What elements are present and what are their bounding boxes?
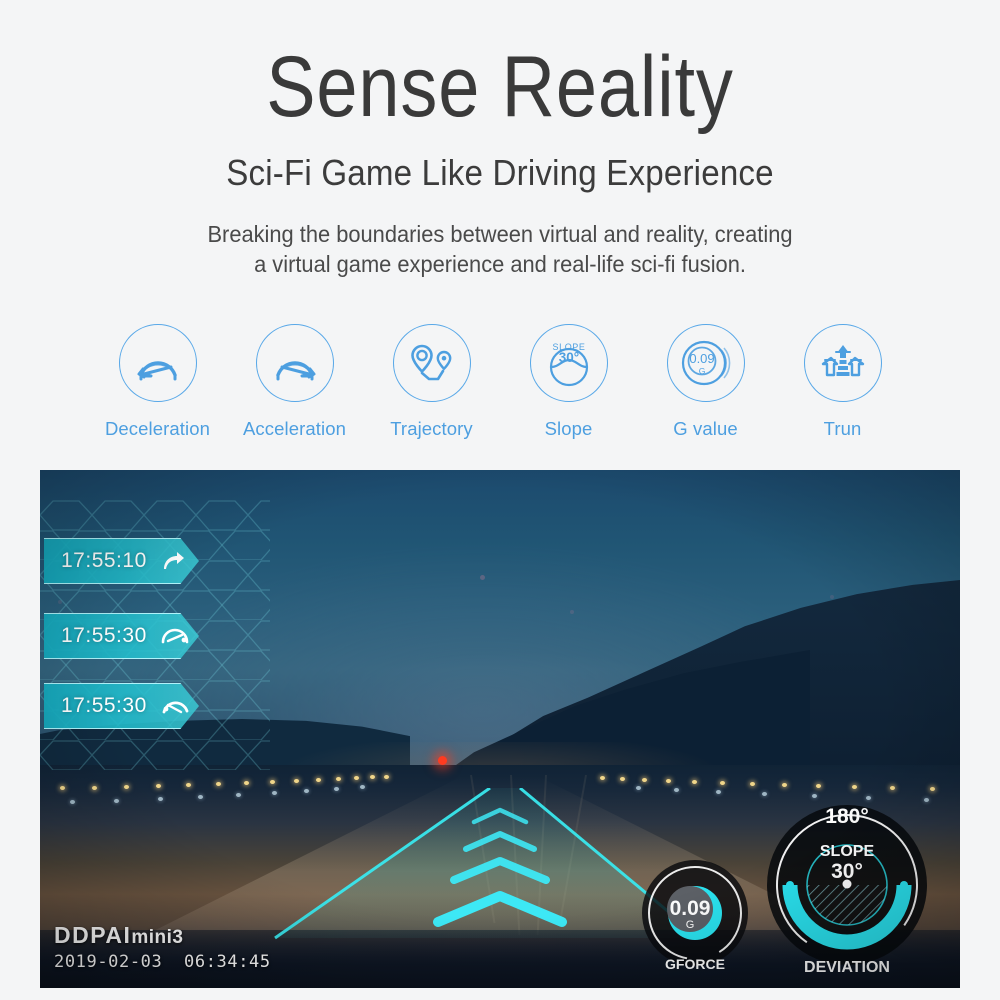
banner-timestamp: 17:55:30 — [61, 694, 147, 717]
gforce-label: GFORCE — [665, 956, 725, 972]
gforce-value: 0.09 — [670, 897, 711, 920]
turn-icon — [803, 323, 882, 402]
model-name: mini3 — [131, 927, 184, 948]
road-reflector — [186, 783, 191, 787]
road-reflector — [642, 778, 647, 782]
g-value-icon: 0.09 G — [666, 323, 745, 402]
lane-chevron — [433, 891, 567, 927]
deceleration-icon — [118, 323, 197, 402]
road-reflector — [782, 783, 787, 787]
description-line-2: a virtual game experience and real-life … — [254, 251, 746, 278]
feature-item-g-value[interactable]: 0.09 G G value — [637, 323, 774, 440]
deviation-slope-value: 30° — [831, 860, 863, 883]
svg-text:0.09: 0.09 — [689, 351, 714, 366]
hud-event-banner[interactable]: 17:55:30 — [44, 683, 199, 729]
road-reflector — [692, 780, 697, 784]
feature-item-slope[interactable]: SLOPE 30° Slope — [500, 323, 637, 440]
road-reflector — [216, 782, 221, 786]
road-reflector — [294, 779, 299, 783]
road-reflector — [666, 779, 671, 783]
page-title: Sense Reality — [266, 39, 734, 135]
feature-item-turn[interactable]: Trun — [774, 323, 911, 440]
hud-event-banner[interactable]: 17:55:30 — [44, 613, 199, 659]
video-datetime: 2019-02-03 06:34:45 — [54, 952, 271, 972]
road-reflector — [370, 775, 375, 779]
deviation-gauge: 180° SLOPE 30° DEVIATION — [767, 805, 927, 976]
svg-text:30°: 30° — [558, 350, 578, 365]
acceleration-icon — [255, 323, 334, 402]
sky-speck — [480, 575, 485, 580]
road-reflector — [316, 778, 321, 782]
road-reflector — [244, 781, 249, 785]
gforce-gauge: 0.09 G GFORCE — [642, 860, 748, 972]
road-reflector — [384, 775, 389, 779]
feature-label: Trun — [823, 417, 862, 439]
page-description: Breaking the boundaries between virtual … — [25, 219, 975, 280]
brand-name: DDPAI — [54, 922, 132, 948]
video-date: 2019-02-03 — [54, 952, 163, 972]
road-reflector — [620, 777, 625, 781]
sky-speck — [830, 595, 834, 599]
video-watermark: DDPAImini3 2019-02-03 06:34:45 — [54, 922, 271, 972]
feature-label: Acceleration — [242, 417, 346, 439]
feature-label: Slope — [544, 417, 593, 439]
gforce-unit: G — [686, 919, 695, 931]
banner-timestamp: 17:55:30 — [61, 624, 147, 647]
road-reflector — [270, 780, 275, 784]
sky-speck — [570, 610, 574, 614]
hud-event-banner[interactable]: 17:55:10 — [44, 538, 199, 584]
deceleration-gauge-icon — [161, 695, 189, 717]
feature-list: Deceleration Acceleration Trajectory SLO… — [0, 323, 1000, 440]
deviation-angle: 180° — [825, 805, 868, 828]
lane-chevron — [450, 857, 550, 884]
trajectory-icon — [392, 323, 471, 402]
road-reflector — [354, 776, 359, 780]
road-reflector — [600, 776, 605, 780]
feature-item-trajectory[interactable]: Trajectory — [363, 323, 500, 440]
banner-timestamp: 17:55:10 — [61, 549, 147, 572]
feature-label: Deceleration — [104, 417, 211, 439]
road-reflector — [720, 781, 725, 785]
video-preview[interactable]: 17:55:10 17:55:30 17:55:30 0.09 G GFORCE… — [40, 470, 960, 988]
video-time: 06:34:45 — [184, 952, 271, 972]
road-reflector — [750, 782, 755, 786]
feature-label: G value — [673, 417, 738, 439]
feature-item-acceleration[interactable]: Acceleration — [226, 323, 363, 440]
brand-logo: DDPAImini3 — [54, 922, 271, 949]
hero-section: Sense Reality Sci-Fi Game Like Driving E… — [0, 0, 1000, 440]
acceleration-gauge-icon — [161, 625, 189, 647]
deviation-label: DEVIATION — [804, 959, 890, 976]
lane-chevron — [463, 831, 537, 852]
distant-red-light — [438, 756, 447, 765]
slope-icon: SLOPE 30° — [529, 323, 608, 402]
deviation-slope-label: SLOPE — [820, 843, 875, 860]
page-subtitle: Sci-Fi Game Like Driving Experience — [226, 152, 774, 193]
turn-arrow-icon — [161, 550, 185, 572]
feature-item-deceleration[interactable]: Deceleration — [89, 323, 226, 440]
description-line-1: Breaking the boundaries between virtual … — [207, 221, 793, 247]
lane-chevron — [471, 807, 529, 825]
feature-label: Trajectory — [390, 417, 473, 439]
road-reflector — [336, 777, 341, 781]
svg-text:G: G — [698, 366, 705, 376]
